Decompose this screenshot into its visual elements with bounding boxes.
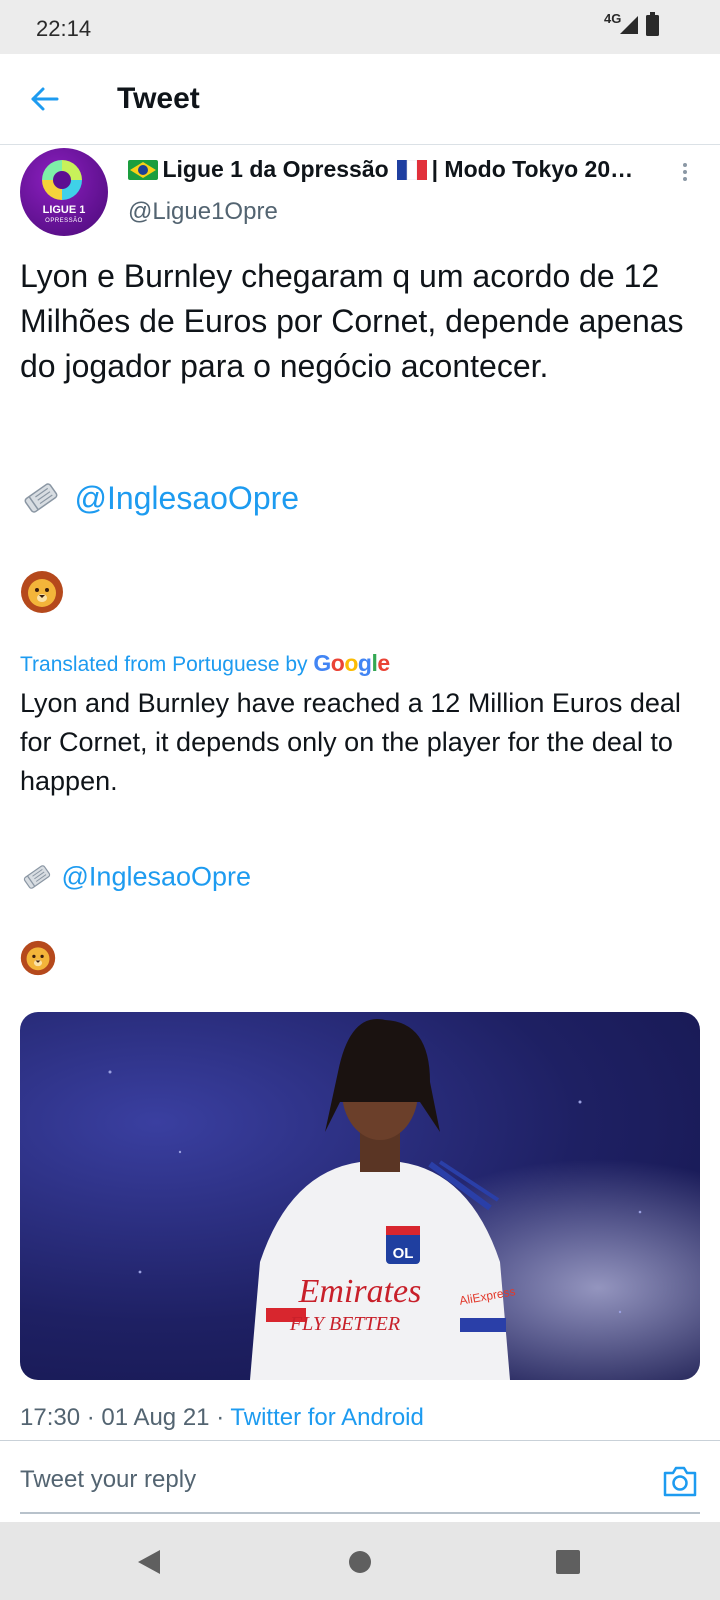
battery-icon: [646, 12, 659, 36]
mention-line: @InglesaoOpre: [20, 478, 299, 524]
camera-button[interactable]: [662, 1464, 698, 1498]
tweet-media-image[interactable]: OL Emirates FLY BETTER AliExpress: [20, 1012, 700, 1380]
tweet-body: Lyon e Burnley chegaram q um acordo de 1…: [20, 258, 684, 384]
signal-icon: [620, 16, 638, 34]
kebab-dot: [683, 170, 687, 174]
network-type: 4G: [604, 11, 622, 26]
translated-mention-link[interactable]: @InglesaoOpre: [62, 861, 252, 891]
tweet-date: 01 Aug 21: [101, 1404, 210, 1431]
author-handle: @Ligue1Opre: [128, 198, 278, 225]
author-name-row[interactable]: Ligue 1 da Opressão | Modo Tokyo 20…: [128, 156, 658, 188]
kebab-dot: [683, 177, 687, 181]
translated-mention-line: @InglesaoOpre: [20, 860, 251, 893]
player-photo: OL Emirates FLY BETTER AliExpress: [20, 1012, 700, 1380]
sponsor-text: Emirates: [298, 1273, 422, 1310]
back-button[interactable]: [22, 76, 68, 122]
mention-link[interactable]: @InglesaoOpre: [74, 480, 299, 516]
reply-divider-top: [0, 1440, 720, 1441]
system-nav-bar: [0, 1522, 720, 1600]
lion-face-emoji: [20, 940, 56, 976]
lion-face-emoji: [21, 571, 63, 613]
rolled-newspaper-emoji: [23, 865, 51, 889]
more-options-button[interactable]: [680, 160, 690, 186]
translated-label: Translated from Portuguese by: [20, 653, 308, 676]
crest-text: OL: [393, 1245, 414, 1262]
brazil-flag-icon: [128, 159, 158, 180]
camera-icon: [663, 1466, 697, 1497]
google-logo: Google: [313, 650, 390, 676]
nav-back-icon[interactable]: [136, 1548, 162, 1576]
slogan-text: FLY BETTER: [289, 1313, 400, 1335]
tweet-time: 17:30: [20, 1404, 81, 1431]
translated-text: Lyon and Burnley have reached a 12 Milli…: [20, 688, 681, 796]
translation-attribution[interactable]: Translated from Portuguese by Google: [20, 650, 390, 677]
nav-home-icon[interactable]: [348, 1550, 372, 1574]
france-flag-icon: [397, 159, 428, 180]
nav-recents-icon[interactable]: [556, 1550, 580, 1574]
reply-input[interactable]: [20, 1460, 620, 1500]
arrow-left-icon: [31, 87, 59, 111]
tweet-meta: 17:30 · 01 Aug 21 · Twitter for Android: [20, 1404, 424, 1432]
tweet-source-link[interactable]: Twitter for Android: [230, 1404, 423, 1431]
avatar-subtext: OPRESSÃO: [45, 218, 83, 224]
kebab-icon: [683, 163, 687, 167]
avatar[interactable]: LIGUE 1 OPRESSÃO: [20, 148, 108, 236]
status-time: 22:14: [36, 16, 92, 41]
author-name: Ligue 1 da Opressão: [162, 156, 389, 182]
meta-separator: ·: [86, 1404, 95, 1431]
ligue1-logo-icon: [42, 160, 82, 200]
rolled-newspaper-emoji: [24, 483, 58, 513]
top-app-bar: Tweet: [0, 54, 720, 145]
reply-underline: [20, 1512, 700, 1514]
author-name-suffix: | Modo Tokyo 20…: [431, 156, 634, 182]
page-title: Tweet: [117, 82, 200, 115]
status-bar: 22:14 4G: [0, 0, 720, 54]
meta-separator: ·: [216, 1404, 225, 1431]
avatar-text: LIGUE 1: [42, 204, 86, 216]
